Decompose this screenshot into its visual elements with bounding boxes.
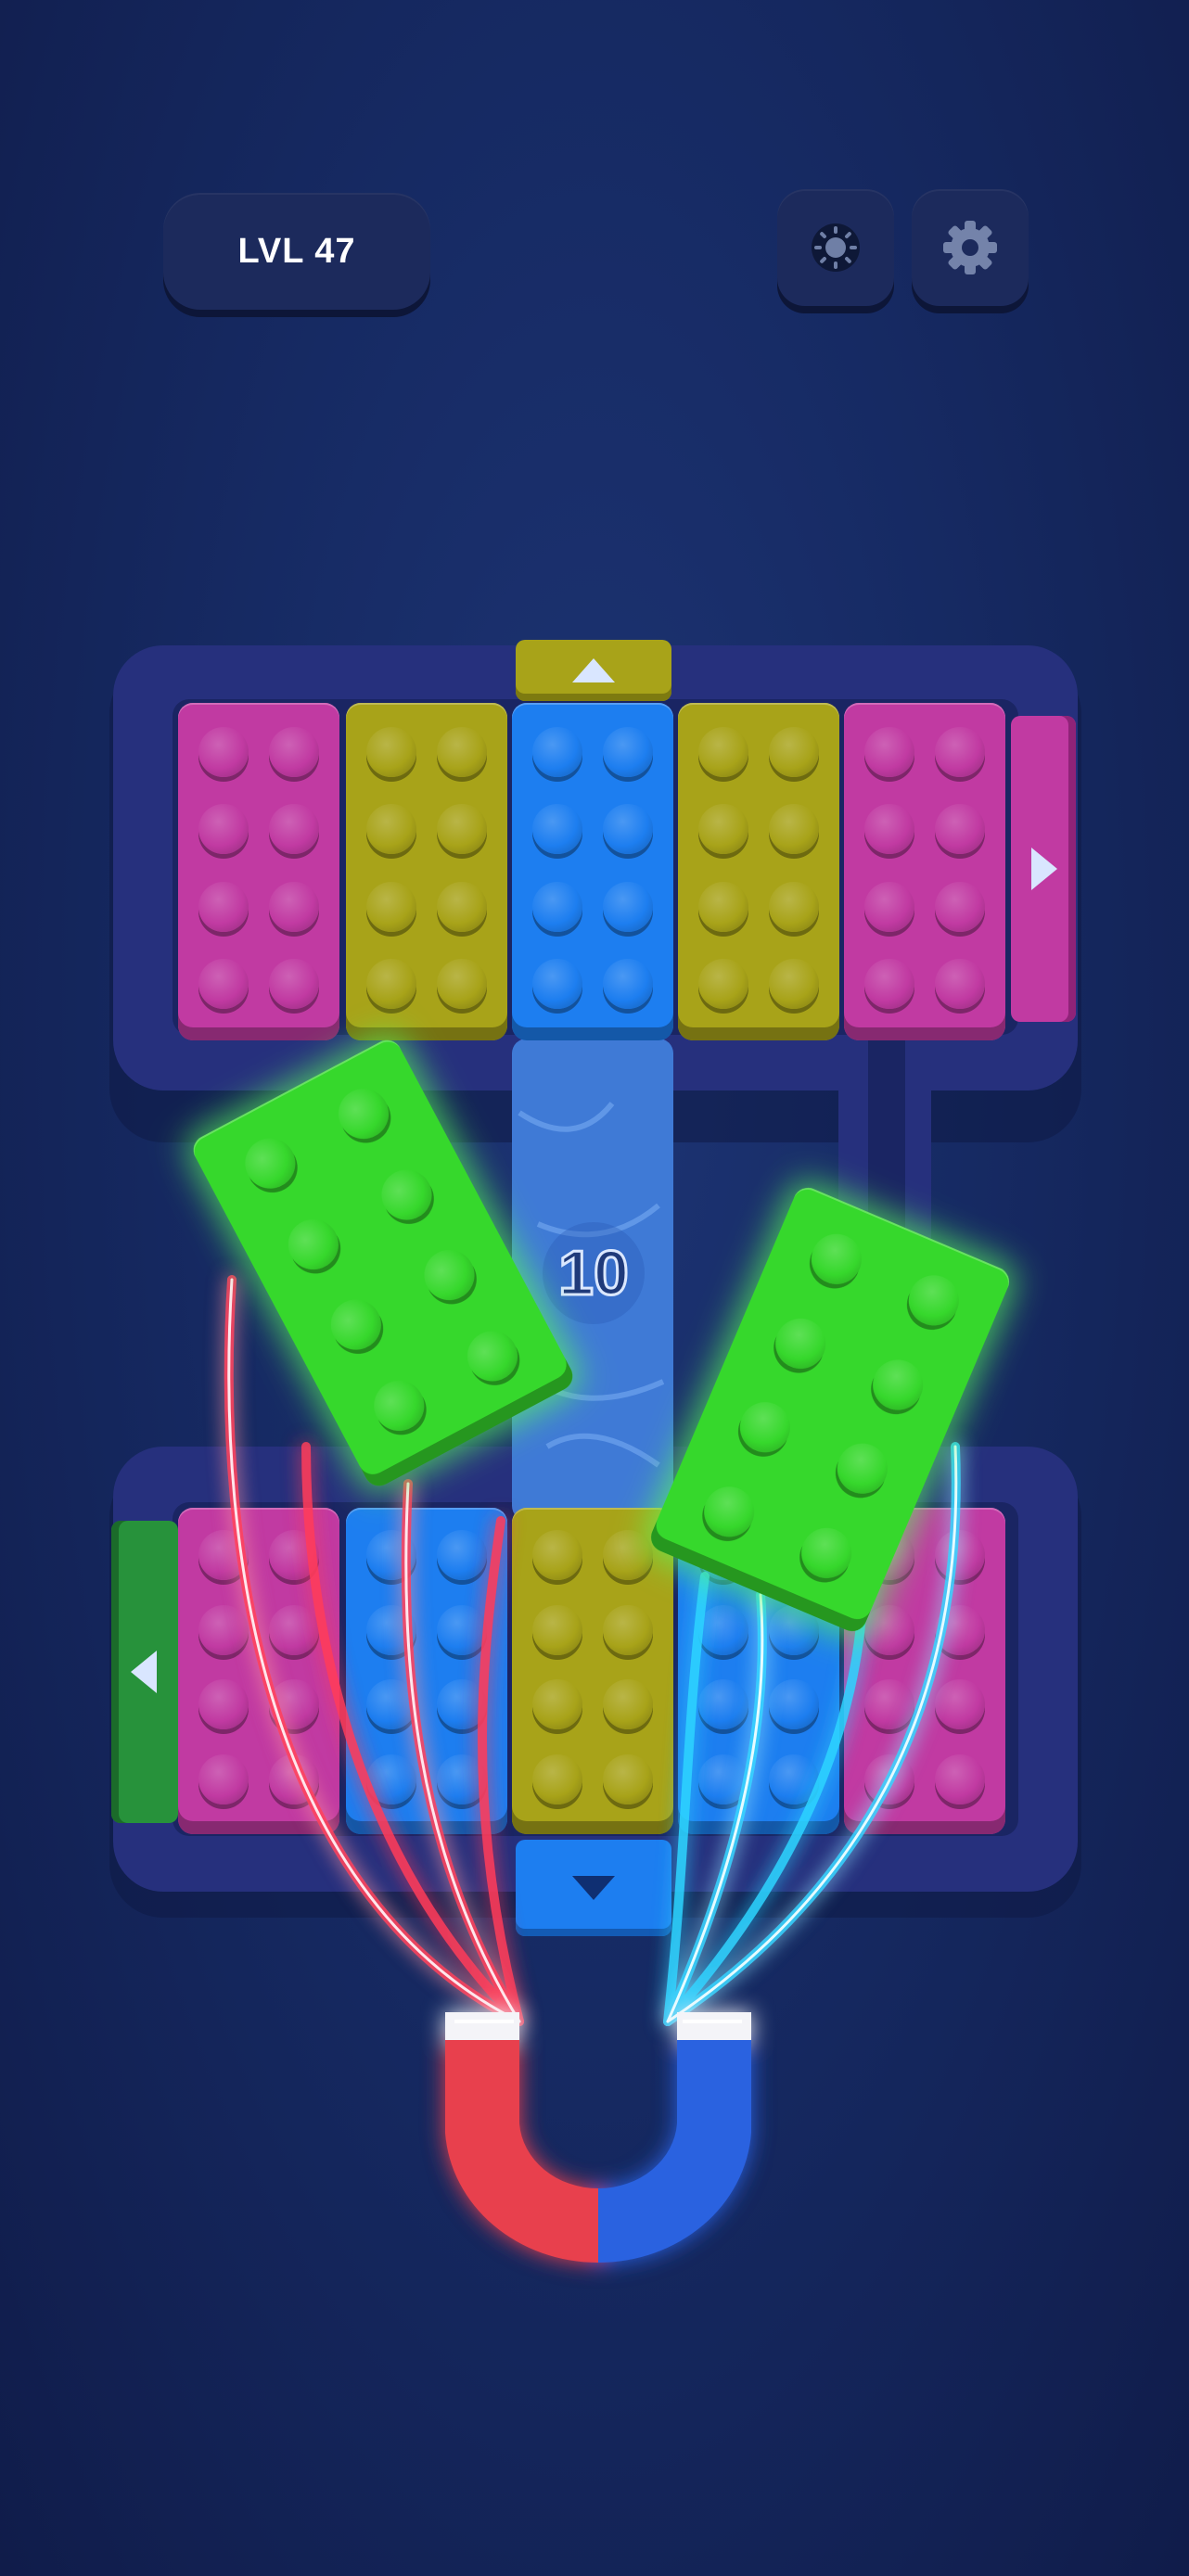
brick-stud: [696, 1478, 762, 1545]
brick-stud: [322, 1291, 390, 1359]
brick-stud: [279, 1210, 348, 1279]
brick-stud: [732, 1394, 799, 1460]
brick-stud: [767, 1310, 834, 1377]
brick-stud: [803, 1226, 870, 1293]
brick-stud: [793, 1520, 860, 1586]
magnet-icon[interactable]: [417, 1957, 779, 2290]
brick-stud: [329, 1079, 398, 1148]
brick-stud: [416, 1241, 484, 1309]
brick-stud: [901, 1268, 967, 1333]
brick-stud: [864, 1351, 931, 1418]
game-screen: LVL 47 10: [0, 0, 1189, 2576]
brick-stud: [829, 1435, 896, 1502]
brick-stud: [372, 1160, 441, 1229]
brick-stud: [236, 1129, 304, 1198]
brick-stud: [458, 1321, 527, 1390]
brick-stud: [364, 1371, 433, 1440]
